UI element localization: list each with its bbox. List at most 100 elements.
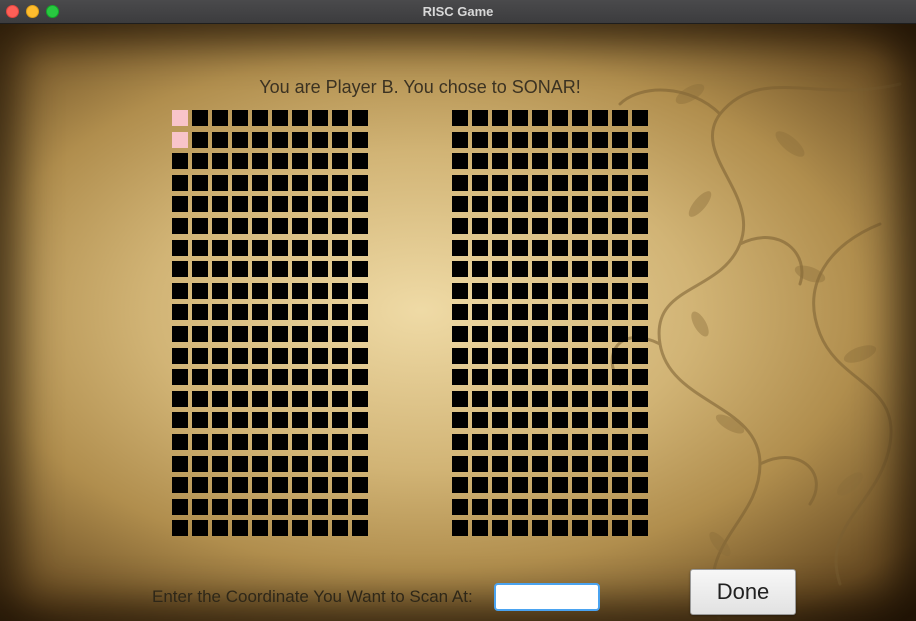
board-cell[interactable] (532, 282, 548, 299)
board-cell[interactable] (292, 282, 308, 299)
board-cell[interactable] (272, 477, 288, 494)
board-cell[interactable] (512, 131, 528, 148)
board-cell[interactable] (352, 110, 368, 126)
board-cell[interactable] (212, 174, 228, 191)
board-cell[interactable] (532, 304, 548, 321)
board-cell[interactable] (232, 282, 248, 299)
board-cell[interactable] (212, 390, 228, 407)
board-cell[interactable] (272, 520, 288, 537)
board-cell[interactable] (452, 153, 468, 170)
board-cell[interactable] (272, 239, 288, 256)
board-cell[interactable] (492, 282, 508, 299)
title-bar[interactable]: RISC Game (0, 0, 916, 24)
board-cell[interactable] (272, 369, 288, 386)
scan-coordinate-input[interactable] (494, 583, 600, 611)
board-cell[interactable] (172, 131, 188, 148)
board-cell[interactable] (212, 477, 228, 494)
board-cell[interactable] (192, 498, 208, 515)
board-cell[interactable] (532, 390, 548, 407)
board-cell[interactable] (232, 239, 248, 256)
board-cell[interactable] (332, 347, 348, 364)
board-cell[interactable] (472, 239, 488, 256)
board-cell[interactable] (312, 239, 328, 256)
board-cell[interactable] (612, 196, 628, 213)
board-cell[interactable] (272, 390, 288, 407)
board-cell[interactable] (592, 131, 608, 148)
board-cell[interactable] (212, 455, 228, 472)
board-cell[interactable] (552, 218, 568, 234)
board-cell[interactable] (452, 218, 468, 234)
board-cell[interactable] (292, 498, 308, 515)
board-cell[interactable] (472, 326, 488, 342)
board-cell[interactable] (332, 239, 348, 256)
board-cell[interactable] (332, 153, 348, 170)
board-cell[interactable] (352, 261, 368, 278)
board-cell[interactable] (312, 477, 328, 494)
board-cell[interactable] (552, 520, 568, 537)
board-cell[interactable] (332, 434, 348, 450)
board-cell[interactable] (572, 390, 588, 407)
board-cell[interactable] (592, 347, 608, 364)
board-cell[interactable] (632, 196, 648, 213)
board-cell[interactable] (332, 174, 348, 191)
board-cell[interactable] (292, 110, 308, 126)
board-cell[interactable] (332, 455, 348, 472)
board-cell[interactable] (592, 196, 608, 213)
board-cell[interactable] (232, 347, 248, 364)
board-cell[interactable] (532, 498, 548, 515)
board-cell[interactable] (232, 412, 248, 429)
board-cell[interactable] (632, 520, 648, 537)
board-cell[interactable] (632, 282, 648, 299)
board-cell[interactable] (552, 390, 568, 407)
board-cell[interactable] (472, 477, 488, 494)
board-cell[interactable] (252, 239, 268, 256)
board-cell[interactable] (332, 477, 348, 494)
board-cell[interactable] (352, 326, 368, 342)
board-cell[interactable] (352, 174, 368, 191)
board-cell[interactable] (172, 110, 188, 126)
board-cell[interactable] (212, 239, 228, 256)
board-cell[interactable] (192, 261, 208, 278)
board-cell[interactable] (252, 498, 268, 515)
board-cell[interactable] (632, 347, 648, 364)
board-cell[interactable] (212, 369, 228, 386)
board-cell[interactable] (472, 434, 488, 450)
board-cell[interactable] (612, 131, 628, 148)
board-cell[interactable] (472, 174, 488, 191)
board-cell[interactable] (232, 261, 248, 278)
board-cell[interactable] (352, 347, 368, 364)
board-cell[interactable] (612, 326, 628, 342)
board-cell[interactable] (292, 153, 308, 170)
board-cell[interactable] (272, 110, 288, 126)
board-cell[interactable] (472, 218, 488, 234)
board-cell[interactable] (592, 369, 608, 386)
board-cell[interactable] (172, 498, 188, 515)
board-cell[interactable] (632, 498, 648, 515)
board-cell[interactable] (452, 304, 468, 321)
board-cell[interactable] (232, 110, 248, 126)
board-cell[interactable] (232, 434, 248, 450)
board-cell[interactable] (552, 282, 568, 299)
board-cell[interactable] (512, 239, 528, 256)
board-cell[interactable] (172, 477, 188, 494)
board-cell[interactable] (512, 369, 528, 386)
board-cell[interactable] (632, 390, 648, 407)
board-cell[interactable] (252, 282, 268, 299)
board-cell[interactable] (272, 174, 288, 191)
board-cell[interactable] (192, 153, 208, 170)
board-cell[interactable] (512, 282, 528, 299)
board-cell[interactable] (272, 304, 288, 321)
board-cell[interactable] (512, 390, 528, 407)
board-cell[interactable] (292, 196, 308, 213)
board-cell[interactable] (352, 520, 368, 537)
board-cell[interactable] (572, 347, 588, 364)
board-cell[interactable] (292, 412, 308, 429)
board-cell[interactable] (312, 369, 328, 386)
board-cell[interactable] (572, 304, 588, 321)
board-cell[interactable] (212, 412, 228, 429)
board-cell[interactable] (212, 261, 228, 278)
board-cell[interactable] (312, 153, 328, 170)
board-cell[interactable] (632, 326, 648, 342)
board-cell[interactable] (292, 239, 308, 256)
board-cell[interactable] (252, 110, 268, 126)
